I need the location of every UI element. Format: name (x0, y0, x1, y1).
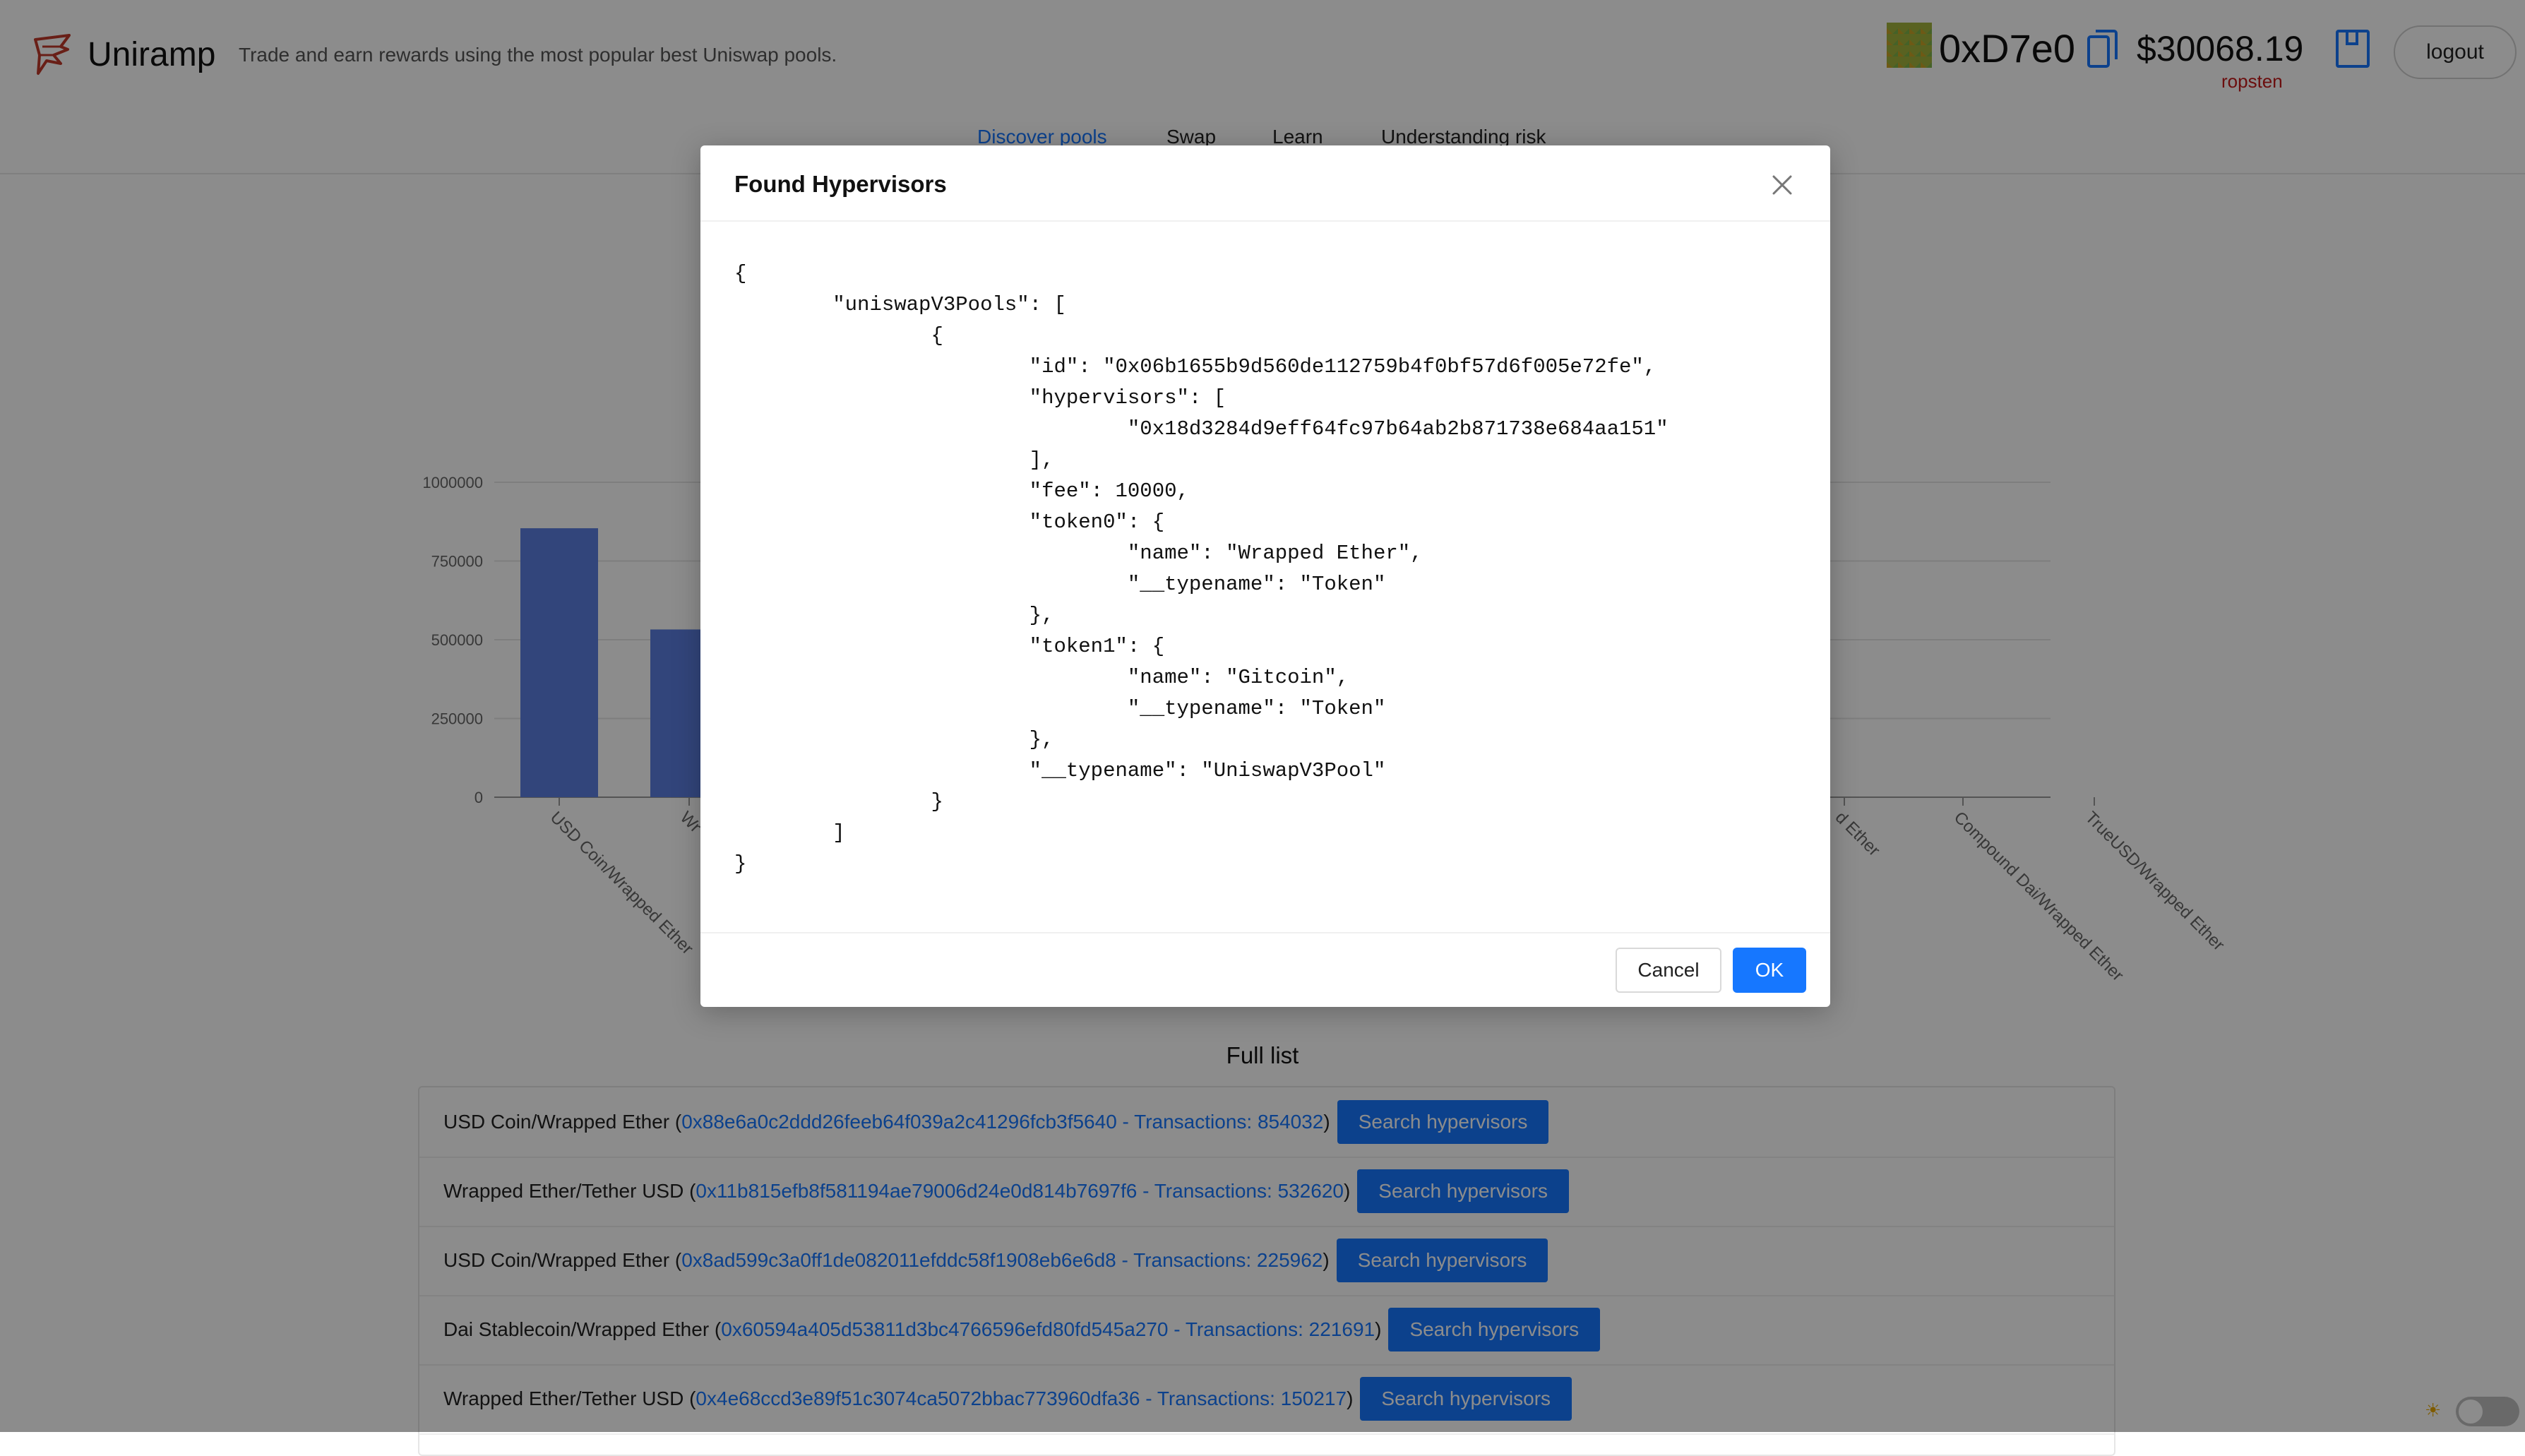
cancel-button[interactable]: Cancel (1616, 948, 1721, 993)
close-icon[interactable] (1769, 172, 1795, 198)
modal-divider (700, 220, 1830, 222)
hypervisors-json: { "uniswapV3Pools": [ { "id": "0x06b1655… (734, 262, 1669, 876)
modal-divider (700, 932, 1830, 933)
found-hypervisors-modal: Found Hypervisors { "uniswapV3Pools": [ … (700, 145, 1830, 1007)
modal-title: Found Hypervisors (734, 171, 947, 197)
ok-button[interactable]: OK (1733, 948, 1806, 993)
